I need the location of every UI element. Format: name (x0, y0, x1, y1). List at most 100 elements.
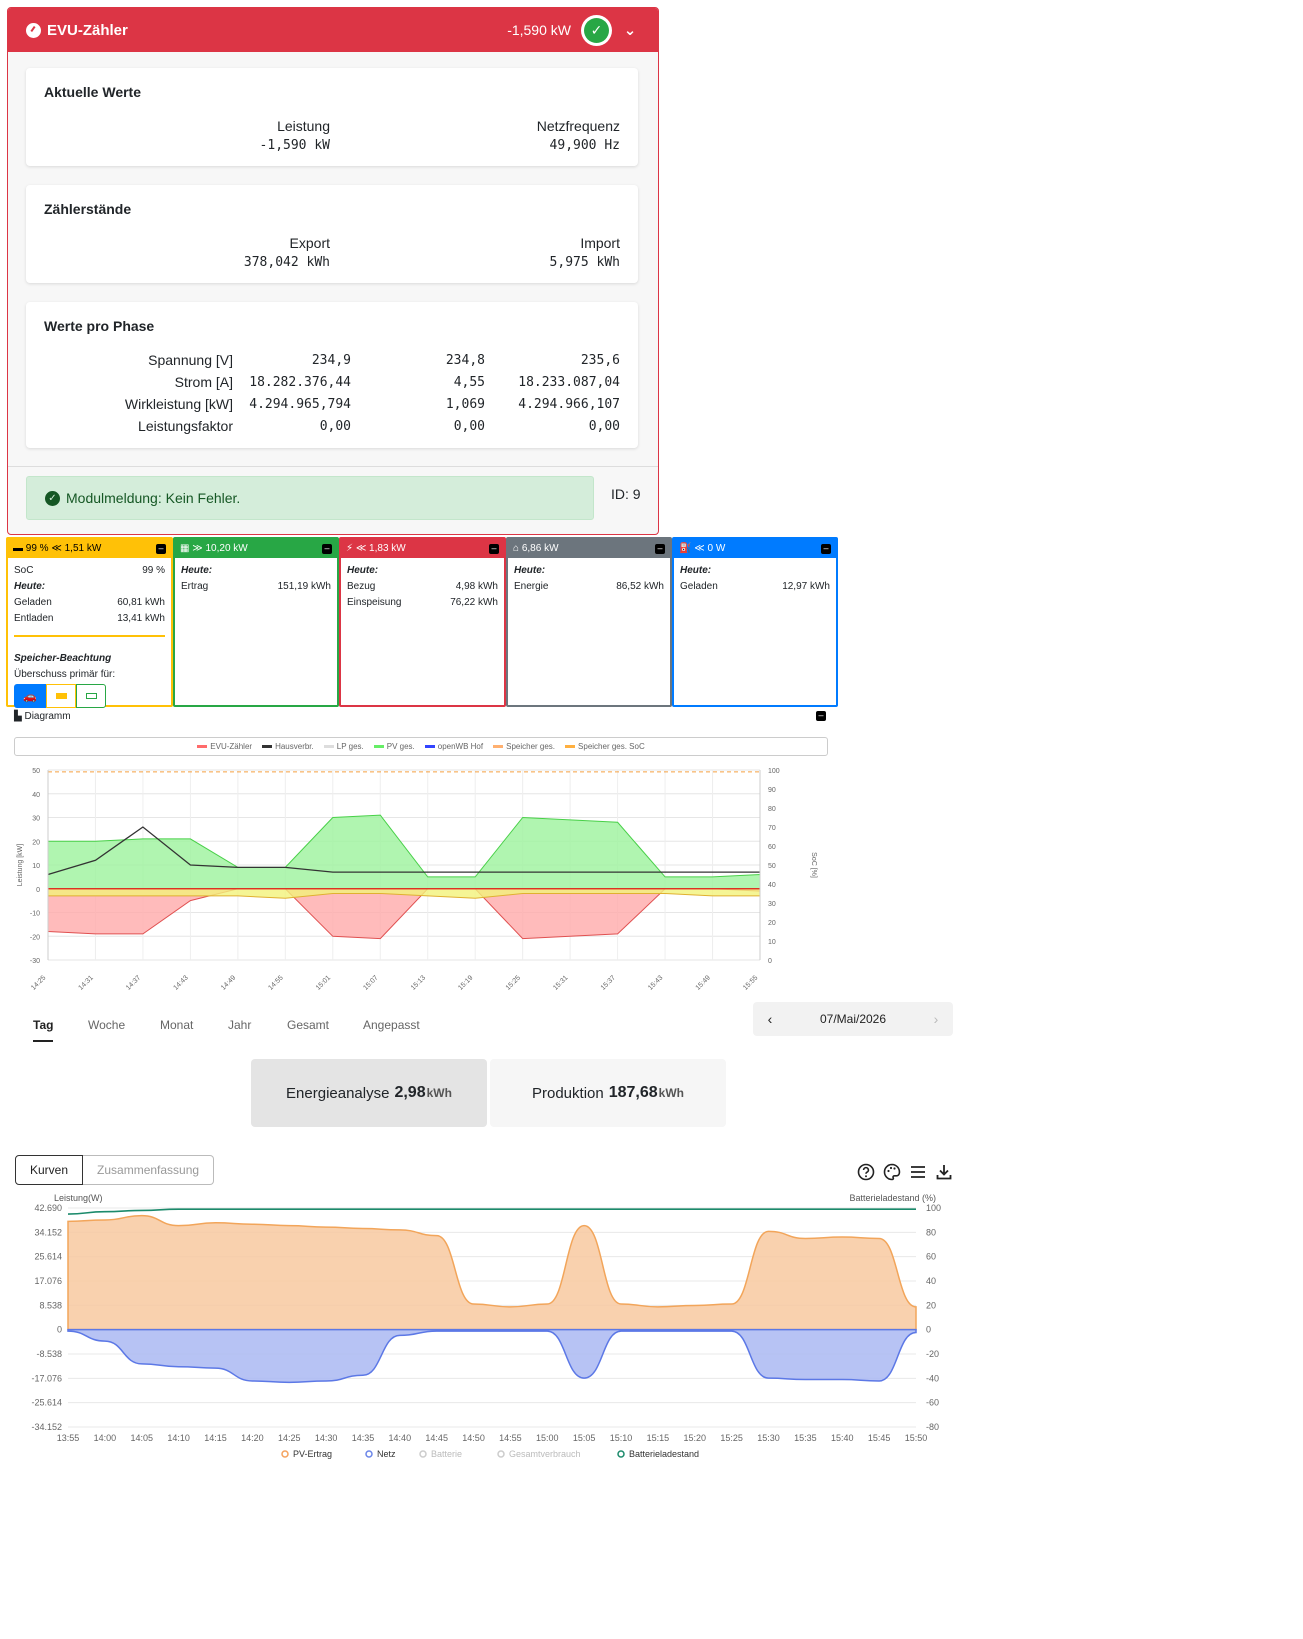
legend-item[interactable]: EVU-Zähler (197, 742, 252, 751)
charged-label: Geladen (680, 581, 718, 592)
x-tick-label: 15:50 (905, 1433, 928, 1443)
x-tick-label: 14:55 (267, 974, 284, 991)
house-card: ⌂ 6,86 kW – Heute: Energie 86,52 kWh (506, 537, 672, 707)
minimize-icon[interactable]: – (156, 543, 166, 554)
production-value: 187,68 (608, 1084, 658, 1101)
battery-card-header[interactable]: ▬ 99 % ≪ 1,51 kW – (8, 539, 171, 558)
x-tick-label: 14:30 (315, 1433, 338, 1443)
help-icon[interactable] (857, 1163, 875, 1181)
y2-tick-label: 20 (768, 920, 776, 927)
tab-tag[interactable]: Tag (33, 1018, 53, 1032)
legend-item[interactable]: PV ges. (373, 742, 415, 751)
minimize-icon[interactable]: – (816, 711, 826, 721)
today-label: Heute: (14, 581, 46, 592)
y-tick-label: -8.538 (36, 1349, 62, 1359)
y2-tick-label: 80 (768, 806, 776, 813)
charge-card-header[interactable]: ⛽ ≪ 0 W – (674, 539, 836, 558)
selected-date[interactable]: 07/Mai/2026 (787, 1012, 919, 1026)
legend-label: PV-Ertrag (293, 1449, 332, 1459)
y-tick-label: 10 (32, 863, 40, 870)
tab-angepasst[interactable]: Angepasst (363, 1018, 420, 1032)
x-tick-label: 14:35 (352, 1433, 375, 1443)
legend-item[interactable]: Speicher ges. SoC (565, 742, 645, 751)
charged-label: Geladen (14, 597, 52, 608)
download-icon[interactable] (935, 1163, 953, 1181)
battery-priority-button[interactable] (46, 684, 76, 708)
y-tick-label: -30 (30, 958, 40, 965)
palette-icon[interactable] (883, 1163, 901, 1181)
pv-card-header[interactable]: ▦ ≫ 10,20 kW – (175, 539, 337, 558)
module-id: ID: 9 (611, 486, 641, 502)
tab-gesamt[interactable]: Gesamt (287, 1018, 329, 1032)
phases-card: Werte pro Phase Spannung [V] 234,9 234,8… (26, 302, 638, 448)
phase-row-label: Spannung [V] (148, 352, 233, 368)
phase-value: 18.233.087,04 (518, 375, 620, 390)
pv-priority-button[interactable] (76, 684, 106, 708)
y2-tick-label: 20 (926, 1300, 936, 1310)
chevron-left-icon[interactable]: ‹ (753, 1011, 787, 1027)
diagram-legend: EVU-Zähler Hausverbr. LP ges. PV ges. openWB… (14, 737, 828, 756)
y2-tick-label: 100 (926, 1203, 941, 1213)
grid-card-header[interactable]: ⚡ ≪ 1,83 kW – (341, 539, 504, 558)
x-tick-label: 15:49 (695, 974, 712, 991)
power-diagram-chart: 50403020100-10-20-3010090807060504030201… (17, 768, 817, 992)
battery-soc-row: SoC 99 % (14, 565, 165, 576)
minimize-icon[interactable]: – (489, 543, 499, 554)
minimize-icon[interactable]: – (821, 543, 831, 554)
legend-swatch (493, 745, 504, 748)
chart-icon: ▙ (14, 711, 25, 722)
tab-monat[interactable]: Monat (160, 1018, 193, 1032)
x-tick-label: 15:05 (573, 1433, 596, 1443)
evu-card-header[interactable]: EVU-Zähler -1,590 kW ✓ ⌄ (8, 8, 658, 52)
y-tick-label: 0 (57, 1325, 62, 1335)
x-tick-label: 15:37 (600, 974, 617, 991)
check-circle-icon: ✓ (45, 490, 60, 506)
curves-button[interactable]: Kurven (15, 1155, 84, 1185)
energy-analysis-label: Energieanalyse (286, 1084, 390, 1102)
y-axis-label: Leistung(W) (54, 1193, 103, 1203)
energy-analysis-chart: Leistung(W) Batterieladestand (%) 42.690 34… (31, 1193, 941, 1459)
diagram-header: ▙ Diagramm (14, 711, 71, 722)
menu-icon[interactable] (909, 1163, 927, 1181)
phase-value: 234,9 (311, 353, 351, 368)
priority-toggle-group: 🚗 (14, 684, 106, 708)
phase-value: 0,00 (319, 419, 351, 434)
series-line (67, 1208, 916, 1215)
minimize-icon[interactable]: – (322, 543, 332, 554)
tab-woche[interactable]: Woche (88, 1018, 125, 1032)
chevron-right-icon[interactable]: › (919, 1011, 953, 1027)
x-tick-label: 14:25 (278, 1433, 301, 1443)
legend-item[interactable]: Speicher ges. (493, 742, 555, 751)
minimize-icon[interactable]: – (655, 543, 665, 554)
netzfrequenz-label: Netzfrequenz (536, 118, 620, 134)
battery-icon (55, 693, 67, 699)
module-message: ✓ Modulmeldung: Kein Fehler. (26, 476, 594, 520)
chevron-down-icon[interactable]: ⌄ (620, 21, 640, 39)
phase-value: 1,069 (445, 397, 485, 412)
summary-button[interactable]: Zusammenfassung (83, 1155, 215, 1185)
energy-analysis-value: 2,98 (394, 1084, 426, 1101)
battery-icon: ▬ (13, 543, 26, 554)
charged-value: 60,81 kWh (117, 597, 165, 608)
car-priority-button[interactable]: 🚗 (14, 684, 46, 708)
date-picker: ‹ 07/Mai/2026 › (753, 1002, 953, 1036)
legend-swatch (565, 745, 576, 748)
y2-tick-label: 60 (926, 1252, 936, 1262)
y2-tick-label: 70 (768, 825, 776, 832)
x-tick-label: 14:45 (425, 1433, 448, 1443)
legend-label: Speicher ges. SoC (578, 742, 645, 751)
phase-row-label: Wirkleistung [kW] (124, 396, 233, 412)
energy-analysis-tab[interactable]: Energieanalyse 2,98 kWh (251, 1059, 487, 1127)
x-tick-label: 15:40 (831, 1433, 854, 1443)
y2-tick-label: -80 (926, 1422, 939, 1432)
production-tab[interactable]: Produktion 187,68 kWh (490, 1059, 726, 1127)
evu-card: EVU-Zähler -1,590 kW ✓ ⌄ Aktuelle Werte … (7, 7, 659, 535)
phase-value: 18.282.376,44 (249, 375, 351, 390)
tab-jahr[interactable]: Jahr (228, 1018, 251, 1032)
legend-item[interactable]: openWB Hof (424, 742, 483, 751)
x-tick-label: 14:31 (78, 974, 95, 991)
house-card-header[interactable]: ⌂ 6,86 kW – (508, 539, 670, 558)
y2-tick-label: 40 (926, 1276, 936, 1286)
legend-item[interactable]: Hausverbr. (262, 742, 314, 751)
legend-item[interactable]: LP ges. (323, 742, 364, 751)
